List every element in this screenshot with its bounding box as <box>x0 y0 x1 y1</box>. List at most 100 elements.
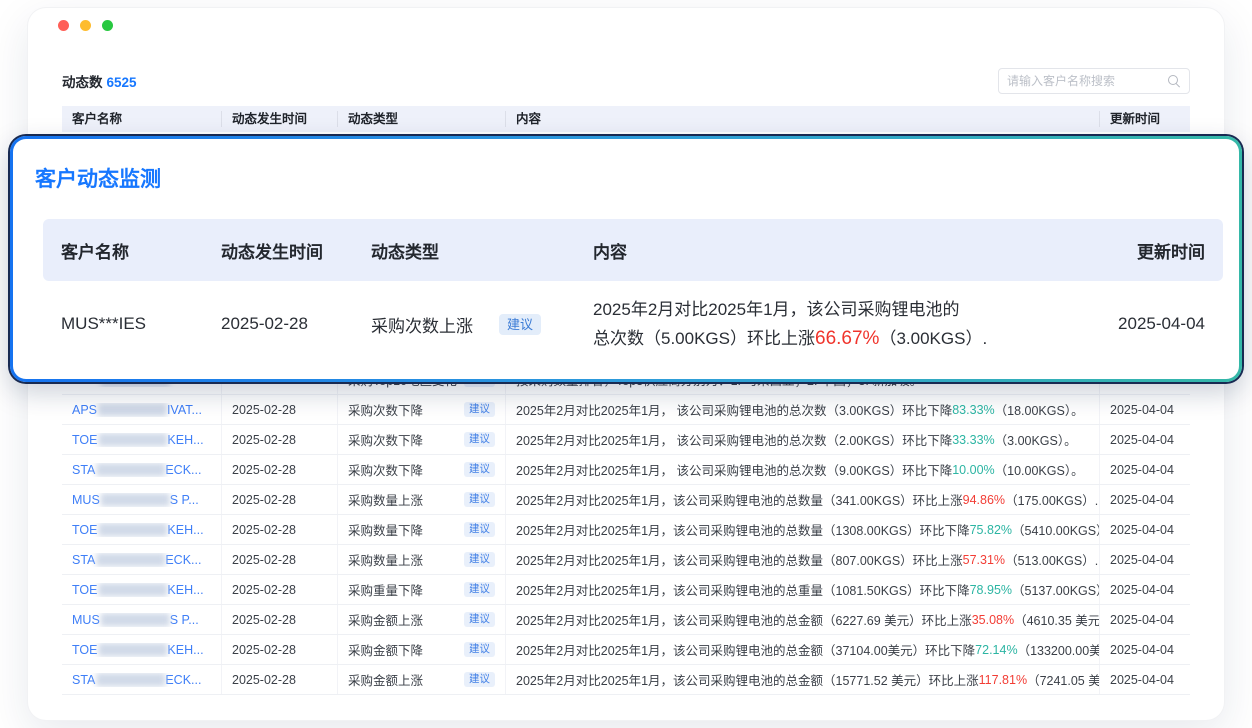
event-date: 2025-02-28 <box>232 673 296 687</box>
suggestion-badge: 建议 <box>464 582 495 597</box>
table-row[interactable]: TOE██████████KEH... 2025-02-28 采购金额下降 建议… <box>62 635 1190 665</box>
blurred-name-mask: ██████████ <box>98 434 166 446</box>
dynamic-content: 2025年2月对比2025年1月，该公司采购锂电池的总金额（6227.69 美元… <box>506 605 1100 634</box>
overlay-percent-value: 66.67% <box>815 328 879 349</box>
dynamic-type: 采购金额上涨 <box>348 670 423 689</box>
customer-name-link[interactable]: TOE██████████KEH... <box>72 433 204 447</box>
percent-value: 72.14% <box>975 643 1017 657</box>
overlay-column-date: 动态发生时间 <box>203 238 353 263</box>
dynamic-type: 采购次数下降 <box>348 460 423 479</box>
table-row[interactable]: MUS██████████S P... 2025-02-28 采购数量上涨 建议… <box>62 485 1190 515</box>
updated-date: 2025-04-04 <box>1110 463 1174 477</box>
customer-name-link[interactable]: TOE██████████KEH... <box>72 643 204 657</box>
blurred-name-mask: ██████████ <box>96 464 164 476</box>
dynamic-type: 采购金额下降 <box>348 640 423 659</box>
suggestion-badge: 建议 <box>464 552 495 567</box>
overlay-dynamic-type: 采购次数上涨 <box>371 312 473 337</box>
overlay-highlighted-row[interactable]: MUS***IES 2025-02-28 采购次数上涨 建议 2025年2月对比… <box>43 281 1223 367</box>
blurred-name-mask: ██████████ <box>98 404 166 416</box>
customer-name-link[interactable]: APS██████████IVAT... <box>72 403 202 417</box>
blurred-name-mask: ██████████ <box>96 674 164 686</box>
updated-date: 2025-04-04 <box>1110 493 1174 507</box>
table-body: MUS██████████S P... 2025-02-28 采购Top10地区… <box>62 365 1190 695</box>
suggestion-badge: 建议 <box>464 402 495 417</box>
overlay-column-content: 内容 <box>575 238 1091 263</box>
window-controls <box>58 20 113 31</box>
dynamic-type: 采购数量上涨 <box>348 490 423 509</box>
customer-name-link[interactable]: MUS██████████S P... <box>72 613 199 627</box>
search-icon[interactable] <box>1168 75 1181 88</box>
updated-date: 2025-04-04 <box>1110 613 1174 627</box>
customer-name-link[interactable]: MUS██████████S P... <box>72 493 199 507</box>
suggestion-badge: 建议 <box>464 492 495 507</box>
suggestion-badge: 建议 <box>464 672 495 687</box>
dynamic-type: 采购次数下降 <box>348 400 423 419</box>
dynamic-content: 2025年2月对比2025年1月，该公司采购锂电池的总数量（807.00KGS）… <box>506 545 1100 574</box>
customer-search-input[interactable] <box>1007 74 1168 88</box>
blurred-name-mask: ██████████ <box>96 554 164 566</box>
customer-name-link[interactable]: STA██████████ECK... <box>72 553 201 567</box>
overlay-customer-name: MUS***IES <box>43 314 203 334</box>
event-date: 2025-02-28 <box>232 613 296 627</box>
blurred-name-mask: ██████████ <box>98 644 166 656</box>
suggestion-badge: 建议 <box>464 462 495 477</box>
customer-dynamics-monitor-card: 客户动态监测 客户名称 动态发生时间 动态类型 内容 更新时间 MUS***IE… <box>10 136 1242 382</box>
updated-date: 2025-04-04 <box>1110 643 1174 657</box>
column-header-type: 动态类型 <box>338 111 506 127</box>
dynamic-content: 2025年2月对比2025年1月， 该公司采购锂电池的总次数（3.00KGS）环… <box>506 395 1100 424</box>
table-row[interactable]: STA██████████ECK... 2025-02-28 采购数量上涨 建议… <box>62 545 1190 575</box>
percent-value: 75.82% <box>970 523 1012 537</box>
event-date: 2025-02-28 <box>232 463 296 477</box>
updated-date: 2025-04-04 <box>1110 553 1174 567</box>
overlay-dynamic-content: 2025年2月对比2025年1月，该公司采购锂电池的 总次数（5.00KGS）环… <box>575 295 1091 353</box>
percent-value: 57.31% <box>963 553 1005 567</box>
percent-value: 83.33% <box>952 403 994 417</box>
dynamic-content: 2025年2月对比2025年1月，该公司采购锂电池的总金额（15771.52 美… <box>506 665 1100 694</box>
toolbar: 动态数6525 <box>62 64 1190 98</box>
customer-name-link[interactable]: TOE██████████KEH... <box>72 583 204 597</box>
blurred-name-mask: ██████████ <box>101 494 169 506</box>
event-date: 2025-02-28 <box>232 493 296 507</box>
suggestion-badge: 建议 <box>464 522 495 537</box>
table-row[interactable]: STA██████████ECK... 2025-02-28 采购金额上涨 建议… <box>62 665 1190 695</box>
updated-date: 2025-04-04 <box>1110 583 1174 597</box>
table-row[interactable]: TOE██████████KEH... 2025-02-28 采购次数下降 建议… <box>62 425 1190 455</box>
event-date: 2025-02-28 <box>232 433 296 447</box>
table-row[interactable]: MUS██████████S P... 2025-02-28 采购金额上涨 建议… <box>62 605 1190 635</box>
updated-date: 2025-04-04 <box>1110 673 1174 687</box>
customer-name-link[interactable]: TOE██████████KEH... <box>72 523 204 537</box>
overlay-updated-date: 2025-04-04 <box>1091 314 1223 334</box>
table-row[interactable]: STA██████████ECK... 2025-02-28 采购次数下降 建议… <box>62 455 1190 485</box>
column-header-updated: 更新时间 <box>1100 111 1190 127</box>
updated-date: 2025-04-04 <box>1110 433 1174 447</box>
column-header-content: 内容 <box>506 111 1100 127</box>
event-date: 2025-02-28 <box>232 643 296 657</box>
dynamic-count: 动态数6525 <box>62 71 137 91</box>
table-row[interactable]: TOE██████████KEH... 2025-02-28 采购数量下降 建议… <box>62 515 1190 545</box>
suggestion-badge: 建议 <box>464 612 495 627</box>
event-date: 2025-02-28 <box>232 403 296 417</box>
overlay-title: 客户动态监测 <box>35 163 161 193</box>
overlay-column-type: 动态类型 <box>353 238 575 263</box>
maximize-window-button[interactable] <box>102 20 113 31</box>
percent-value: 33.33% <box>952 433 994 447</box>
overlay-suggestion-badge: 建议 <box>499 314 541 335</box>
column-header-name: 客户名称 <box>62 111 222 127</box>
table-row[interactable]: APS██████████IVAT... 2025-02-28 采购次数下降 建… <box>62 395 1190 425</box>
minimize-window-button[interactable] <box>80 20 91 31</box>
customer-name-link[interactable]: STA██████████ECK... <box>72 673 201 687</box>
event-date: 2025-02-28 <box>232 553 296 567</box>
dynamic-type: 采购重量下降 <box>348 580 423 599</box>
customer-name-link[interactable]: STA██████████ECK... <box>72 463 201 477</box>
overlay-column-name: 客户名称 <box>43 238 203 263</box>
dynamic-content: 2025年2月对比2025年1月， 该公司采购锂电池的总次数（2.00KGS）环… <box>506 425 1100 454</box>
dynamic-content: 2025年2月对比2025年1月，该公司采购锂电池的总数量（1308.00KGS… <box>506 515 1100 544</box>
table-row[interactable]: TOE██████████KEH... 2025-02-28 采购重量下降 建议… <box>62 575 1190 605</box>
dynamic-count-label: 动态数 <box>62 75 103 90</box>
overlay-table-header: 客户名称 动态发生时间 动态类型 内容 更新时间 <box>43 219 1223 281</box>
dynamic-content: 2025年2月对比2025年1月，该公司采购锂电池的总金额（37104.00美元… <box>506 635 1100 664</box>
close-window-button[interactable] <box>58 20 69 31</box>
percent-value: 35.08% <box>972 613 1014 627</box>
overlay-event-date: 2025-02-28 <box>203 314 353 334</box>
event-date: 2025-02-28 <box>232 583 296 597</box>
